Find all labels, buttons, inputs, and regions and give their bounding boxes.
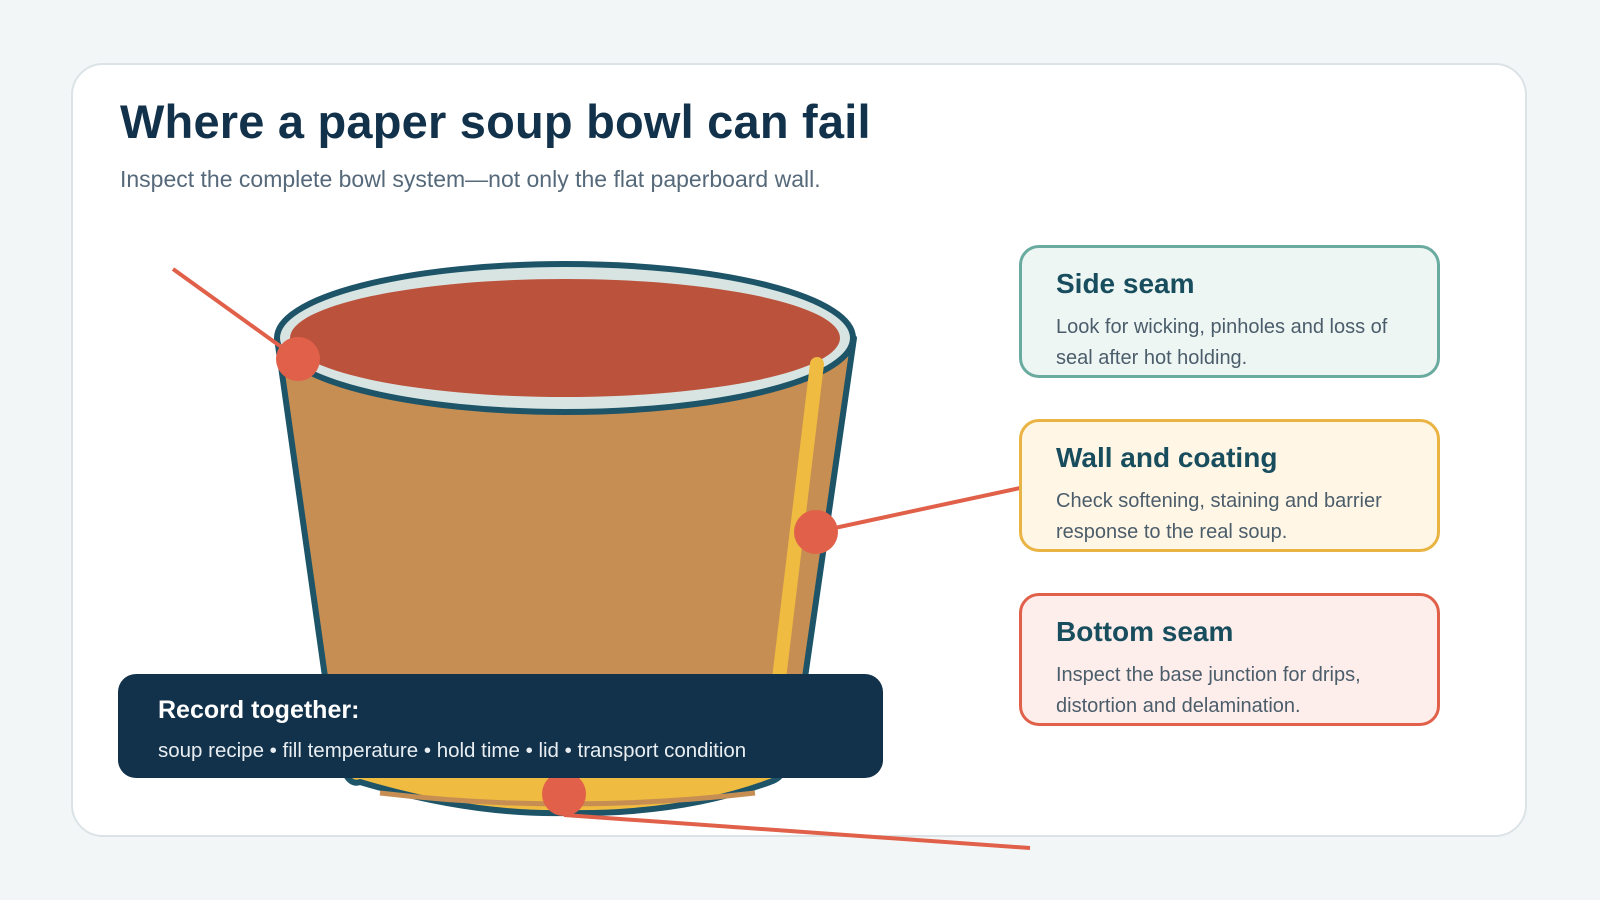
bottom-seam-leader (563, 813, 1031, 850)
wall-marker (794, 510, 838, 554)
bottom-seam-text: Inspect the base junction for drips, dis… (1056, 664, 1361, 717)
wall-coating-callout: Wall and coating Check softening, staini… (1019, 419, 1440, 552)
soup-surface (290, 279, 840, 397)
bottom-seam-title: Bottom seam (1056, 616, 1234, 647)
record-title: Record together: (158, 696, 360, 724)
wall-coating-title: Wall and coating (1056, 442, 1278, 473)
record-items: soup recipe • fill temperature • hold ti… (158, 739, 747, 762)
wall-leader (815, 486, 1021, 534)
bottom-seam-marker (542, 772, 586, 816)
side-seam-title: Side seam (1056, 268, 1195, 299)
side-seam-leader (171, 267, 300, 361)
side-seam-marker (276, 337, 320, 381)
side-seam-text: Look for wicking, pinholes and loss of s… (1056, 316, 1388, 369)
side-seam-callout: Side seam Look for wicking, pinholes and… (1019, 245, 1440, 378)
record-together-panel: Record together: soup recipe • fill temp… (118, 674, 883, 778)
wall-coating-text: Check softening, staining and barrier re… (1056, 490, 1382, 543)
bottom-seam-callout: Bottom seam Inspect the base junction fo… (1019, 593, 1440, 726)
